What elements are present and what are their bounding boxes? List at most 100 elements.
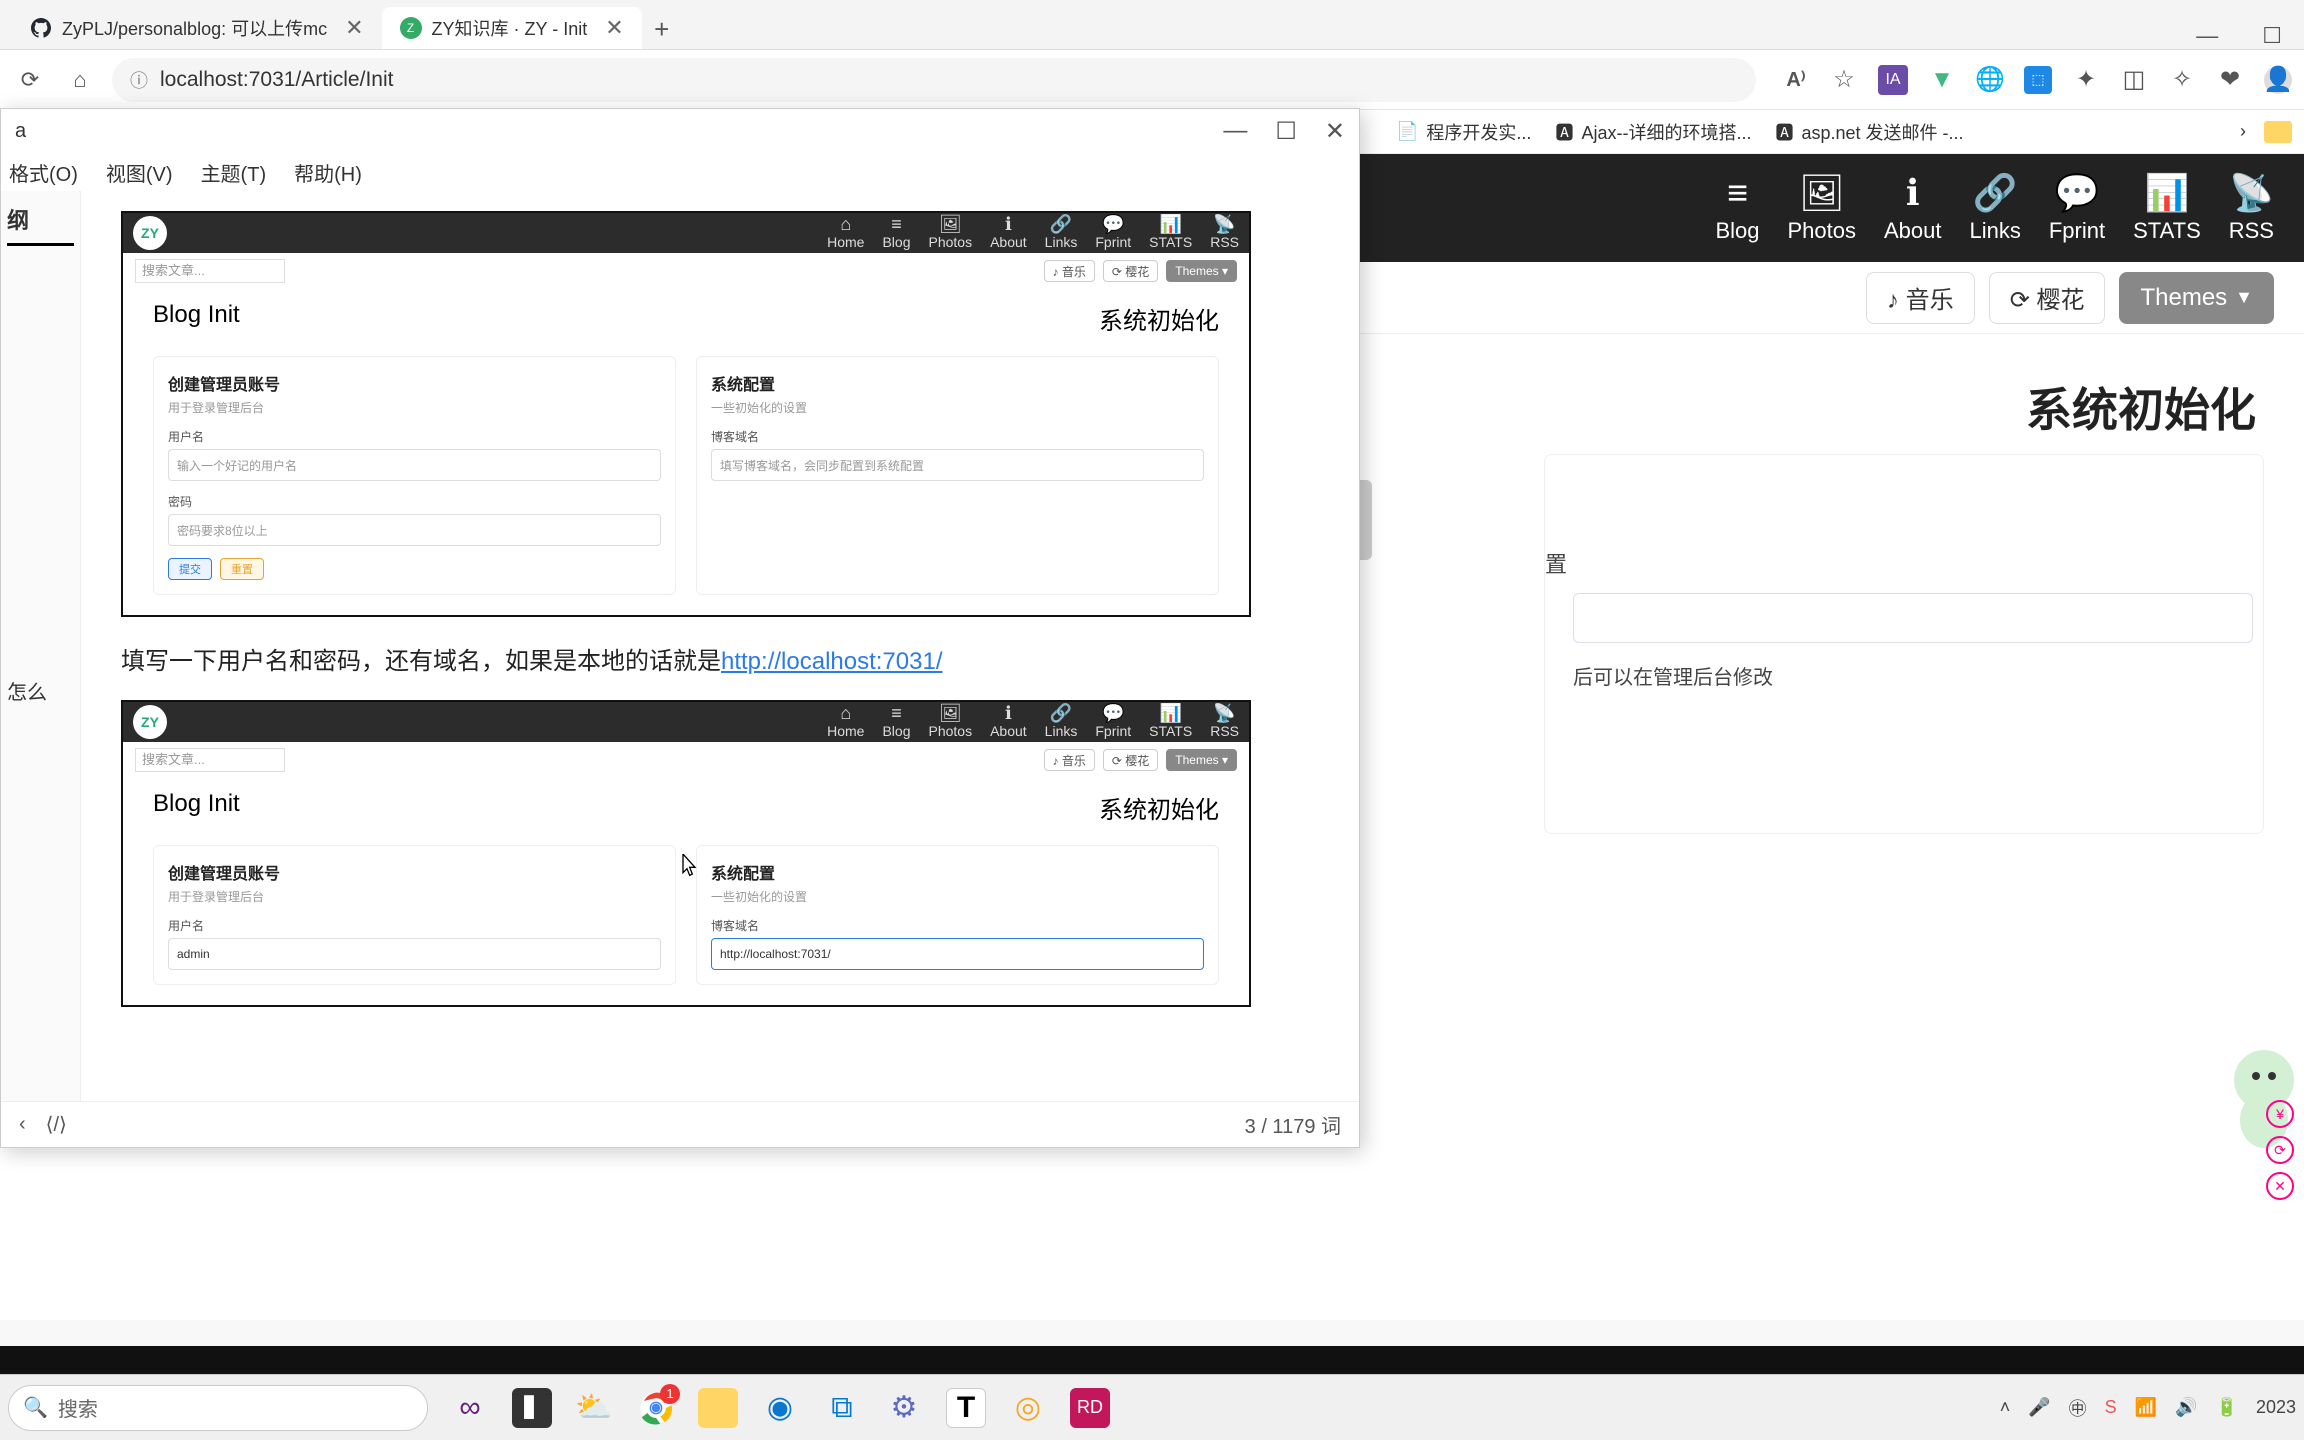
word-count: 3 / 1179 词 [1245,1110,1341,1139]
bookmark-item[interactable]: 🅰 asp.net 发送邮件 -... [1775,119,1963,145]
bookmark-item[interactable]: 🅰 Ajax--详细的环境搭... [1555,119,1751,145]
music-button[interactable]: ♪ 音乐 [1866,272,1975,324]
badge: 1 [660,1384,680,1404]
profile-icon[interactable]: 👤 [2264,66,2292,94]
app-weather-icon[interactable]: ⛅ [574,1388,614,1428]
image-icon: 🖼 [1799,172,1845,214]
system-tray[interactable]: ˄ 🎤 ㊥ S 📶 🔊 🔋 2023 [2000,1395,2296,1421]
collections-icon[interactable]: ✧ [2168,66,2196,94]
tray-vol-icon[interactable]: 🔊 [2175,1397,2197,1418]
config-card: 置 后可以在管理后台修改 [1544,454,2264,834]
chevron-down-icon: ▼ [2235,287,2253,308]
mascot-action-1[interactable]: ¥ [2266,1100,2294,1128]
app-explorer-icon[interactable] [698,1388,738,1428]
browser-tabs-strip: ZyPLJ/personalblog: 可以上传mc ✕ Z ZY知识库 · Z… [0,0,2304,50]
app-chrome-icon[interactable]: 1 [636,1388,676,1428]
heart-icon[interactable]: ❤ [2216,66,2244,94]
ext-globe-icon[interactable]: 🌐 [1976,66,2004,94]
app-yellow-icon[interactable]: ◎ [1008,1388,1048,1428]
overflow-icon[interactable]: › [2240,121,2246,142]
editor-title-text: a [15,120,26,143]
home-icon[interactable]: ⌂ [62,62,98,98]
tray-mic-icon[interactable]: 🎤 [2028,1397,2050,1418]
nav-fprint[interactable]: 💬Fprint [2049,172,2105,244]
window-max-icon[interactable]: ☐ [1275,117,1297,146]
tray-lang-icon[interactable]: ㊥ [2069,1395,2087,1421]
sakura-button[interactable]: ⟳ 樱花 [1989,272,2106,324]
mascot-action-2[interactable]: ⟳ [2266,1136,2294,1164]
doc-icon: 🅰 [1555,119,1573,145]
localhost-link[interactable]: http://localhost:7031/ [721,648,942,675]
tab-zy[interactable]: Z ZY知识库 · ZY - Init ✕ [382,7,642,49]
doc-icon: 📄 [1396,121,1418,142]
tray-time[interactable]: 2023 [2256,1397,2296,1418]
nav-about[interactable]: ℹAbout [1884,172,1942,244]
bookmark-label: 程序开发实... [1426,119,1531,145]
app-edge-icon[interactable]: ◉ [760,1388,800,1428]
menu-view[interactable]: 视图(V) [106,158,173,187]
window-min-icon[interactable]: — [1223,117,1247,146]
themes-dropdown[interactable]: Themes ▼ [2119,272,2274,324]
menu-format[interactable]: 格式(O) [9,158,78,187]
tray-battery-icon[interactable]: 🔋 [2216,1397,2238,1418]
github-icon [30,17,52,39]
outline-panel: 纲 怎么 [1,191,81,1101]
read-aloud-icon[interactable]: A⁾ [1782,66,1810,94]
window-close-icon[interactable]: ✕ [1325,117,1345,146]
sidebar-collapse-handle[interactable] [1358,480,1372,560]
site-info-icon[interactable]: ⓘ [130,67,148,93]
outline-item[interactable]: 怎么 [7,676,74,705]
chat-icon: 💬 [2055,172,2100,214]
favorite-icon[interactable]: ☆ [1830,66,1858,94]
embedded-screenshot-1: ZY ⌂Home ≡Blog 🖼Photos ℹAbout 🔗Links 💬Fp… [121,211,1251,617]
new-tab-button[interactable]: + [642,9,682,49]
nav-links[interactable]: 🔗Links [1970,172,2021,244]
bookmark-label: asp.net 发送邮件 -... [1801,119,1963,145]
mascot-actions: ¥ ⟳ ✕ [2266,1100,2294,1200]
tab-github[interactable]: ZyPLJ/personalblog: 可以上传mc ✕ [12,7,382,49]
ext-vue-icon[interactable]: ▼ [1928,66,1956,94]
editor-titlebar[interactable]: a — ☐ ✕ [1,109,1359,153]
app-rider-icon[interactable]: RD [1070,1388,1110,1428]
tray-wifi-icon[interactable]: 📶 [2135,1397,2157,1418]
menu-help[interactable]: 帮助(H) [294,158,362,187]
app-vscode-icon[interactable]: ⧉ [822,1388,862,1428]
app-terminal-icon[interactable]: ▋ [512,1388,552,1428]
folder-icon[interactable] [2264,121,2292,143]
ext-blue-icon[interactable]: ⬚ [2024,66,2052,94]
domain-input[interactable] [1573,593,2253,643]
status-source-icon[interactable]: ⟨/⟩ [46,1112,67,1137]
address-bar[interactable]: ⓘ localhost:7031/Article/Init [112,58,1756,102]
menu-theme[interactable]: 主题(T) [201,158,267,187]
extensions-icon[interactable]: ✦ [2072,66,2100,94]
window-min-icon[interactable]: — [2196,23,2218,49]
ext-ia-icon[interactable]: IA [1878,65,1908,95]
nav-stats[interactable]: 📊STATS [2133,172,2201,244]
app-vs-icon[interactable]: ∞ [450,1388,490,1428]
video-progress-bar[interactable] [0,1346,2304,1374]
taskbar: 🔍 搜索 ∞ ▋ ⛅ 1 ◉ ⧉ ⚙ T ◎ RD ˄ 🎤 ㊥ S 📶 🔊 🔋 … [0,1374,2304,1440]
doc-icon: 🅰 [1775,119,1793,145]
bookmark-item[interactable]: 📄 程序开发实... [1396,119,1531,145]
page-heading: 系统初始化 [2026,374,2256,440]
window-max-icon[interactable]: ☐ [2262,23,2282,49]
rss-icon: 📡 [2229,172,2274,214]
mascot-action-3[interactable]: ✕ [2266,1172,2294,1200]
editor-content[interactable]: ZY ⌂Home ≡Blog 🖼Photos ℹAbout 🔗Links 💬Fp… [81,191,1359,1101]
app-typora-icon[interactable]: T [946,1388,986,1428]
chart-icon: 📊 [2145,172,2190,214]
app-gear-icon[interactable]: ⚙ [884,1388,924,1428]
nav-rss[interactable]: 📡RSS [2229,172,2274,244]
tray-chevron-icon[interactable]: ˄ [2000,1397,2011,1418]
refresh-icon[interactable]: ⟳ [12,62,48,98]
nav-blog[interactable]: ≡Blog [1715,172,1759,244]
nav-photos[interactable]: 🖼Photos [1788,172,1857,244]
taskbar-search[interactable]: 🔍 搜索 [8,1385,428,1431]
close-icon[interactable]: ✕ [605,15,623,41]
editor-menubar: 格式(O) 视图(V) 主题(T) 帮助(H) [1,153,1359,191]
tray-sogou-icon[interactable]: S [2105,1397,2117,1418]
shot-heading-right: 系统初始化 [1099,301,1219,336]
close-icon[interactable]: ✕ [345,15,363,41]
split-icon[interactable]: ◫ [2120,66,2148,94]
status-back-icon[interactable]: ‹ [19,1113,26,1136]
